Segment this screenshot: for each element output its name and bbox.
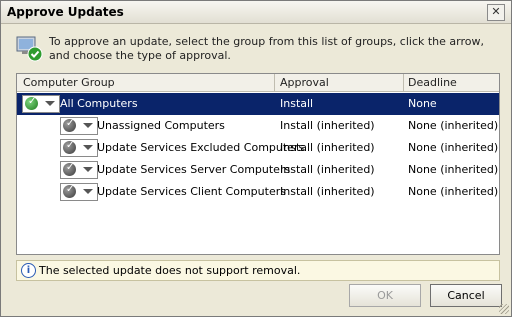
chevron-down-icon[interactable] — [83, 189, 93, 194]
group-name: Unassigned Computers — [97, 119, 225, 132]
approval-dropdown[interactable]: ✓ — [60, 117, 98, 135]
inherited-check-icon: ✓ — [63, 118, 76, 132]
group-name: Update Services Server Computers — [97, 163, 291, 176]
approved-check-icon: ✓ — [25, 96, 38, 110]
table-row[interactable]: ✓ All Computers Install None — [17, 93, 499, 115]
approval-value: Install (inherited) — [280, 163, 375, 176]
chevron-down-icon[interactable] — [83, 167, 93, 172]
deadline-value: None (inherited) — [408, 119, 499, 132]
ok-button[interactable]: OK — [349, 284, 421, 307]
chevron-down-icon[interactable] — [45, 101, 55, 106]
title-bar: Approve Updates ✕ — [1, 1, 511, 24]
inherited-check-icon: ✓ — [63, 184, 76, 198]
approval-value: Install — [280, 97, 314, 110]
window-title: Approve Updates — [7, 5, 124, 19]
chevron-down-icon[interactable] — [83, 123, 93, 128]
list-header: Computer Group Approval Deadline — [17, 74, 499, 92]
deadline-value: None (inherited) — [408, 185, 499, 198]
group-name: Update Services Excluded Computers — [97, 141, 305, 154]
column-divider[interactable] — [403, 74, 404, 91]
group-name: Update Services Client Computers — [97, 185, 286, 198]
instructions-text: To approve an update, select the group f… — [49, 35, 484, 62]
dialog-header: To approve an update, select the group f… — [1, 24, 511, 68]
column-divider[interactable] — [274, 74, 275, 91]
column-header-approval[interactable]: Approval — [280, 76, 329, 89]
approval-value: Install (inherited) — [280, 141, 375, 154]
approval-dropdown[interactable]: ✓ — [22, 95, 60, 113]
table-row[interactable]: ✓ Update Services Client Computers Insta… — [17, 181, 499, 203]
approval-dropdown[interactable]: ✓ — [60, 161, 98, 179]
deadline-value: None — [408, 97, 437, 110]
info-message: The selected update does not support rem… — [39, 264, 301, 277]
chevron-down-icon[interactable] — [83, 145, 93, 150]
inherited-check-icon: ✓ — [63, 162, 76, 176]
column-header-group[interactable]: Computer Group — [23, 76, 115, 89]
cancel-button[interactable]: Cancel — [430, 284, 502, 307]
table-row[interactable]: ✓ Update Services Excluded Computers Ins… — [17, 137, 499, 159]
approval-dropdown[interactable]: ✓ — [60, 139, 98, 157]
group-name: All Computers — [60, 97, 138, 110]
approval-dropdown[interactable]: ✓ — [60, 183, 98, 201]
table-row[interactable]: ✓ Update Services Server Computers Insta… — [17, 159, 499, 181]
info-bar: i The selected update does not support r… — [16, 260, 500, 281]
close-button[interactable]: ✕ — [487, 4, 505, 21]
deadline-value: None (inherited) — [408, 163, 499, 176]
column-header-deadline[interactable]: Deadline — [408, 76, 457, 89]
computer-approve-icon — [16, 36, 43, 62]
approval-value: Install (inherited) — [280, 119, 375, 132]
resize-grip[interactable] — [499, 304, 509, 314]
approval-value: Install (inherited) — [280, 185, 375, 198]
approve-updates-dialog: Approve Updates ✕ To approve an update, … — [0, 0, 512, 317]
inherited-check-icon: ✓ — [63, 140, 76, 154]
deadline-value: None (inherited) — [408, 141, 499, 154]
computer-group-list[interactable]: Computer Group Approval Deadline ✓ All C… — [16, 73, 500, 255]
info-icon: i — [21, 263, 36, 278]
table-row[interactable]: ✓ Unassigned Computers Install (inherite… — [17, 115, 499, 137]
